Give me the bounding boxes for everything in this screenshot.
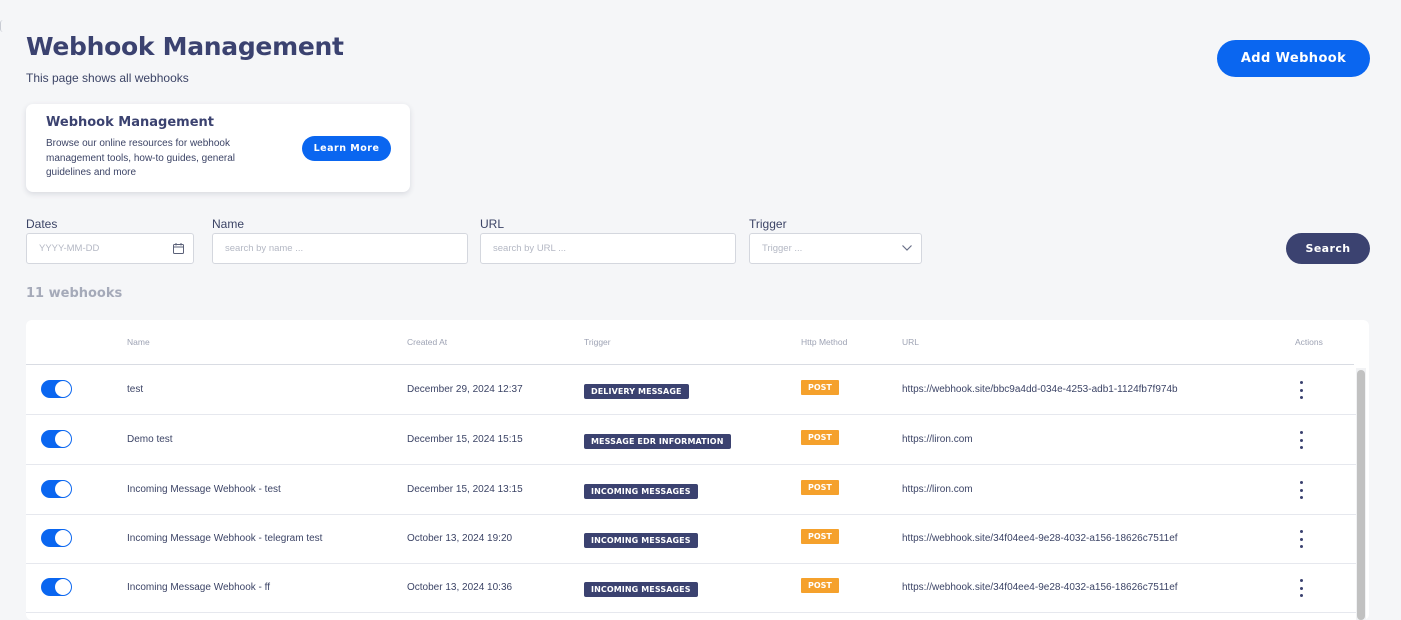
trigger-badge: MESSAGE EDR INFORMATION (584, 434, 731, 449)
row-created-at: December 29, 2024 12:37 (407, 384, 523, 395)
scrollbar-thumb[interactable] (1357, 370, 1365, 620)
row-created-at: October 13, 2024 10:36 (407, 582, 513, 593)
trigger-select[interactable]: Trigger ... (749, 233, 922, 264)
name-search-input[interactable]: search by name ... (212, 233, 468, 264)
method-badge: POST (801, 430, 839, 445)
page-subtitle: This page shows all webhooks (26, 71, 189, 85)
page-title: Webhook Management (26, 32, 344, 61)
row-name: Incoming Message Webhook - ff (127, 582, 271, 593)
row-name: test (127, 384, 144, 395)
learn-more-button[interactable]: Learn More (302, 136, 391, 161)
row-name: Demo test (127, 434, 173, 445)
row-created-at: October 13, 2024 19:20 (407, 533, 513, 544)
row-created-at: December 15, 2024 15:15 (407, 434, 523, 445)
kebab-menu-icon[interactable] (1294, 381, 1308, 399)
column-header-http-method: Http Method (801, 337, 848, 347)
method-badge: POST (801, 578, 839, 593)
table-row: Incoming Message Webhook - ff October 13… (26, 563, 1356, 613)
column-header-actions: Actions (1295, 337, 1323, 347)
trigger-badge: DELIVERY MESSAGE (584, 384, 689, 399)
trigger-placeholder: Trigger ... (762, 243, 803, 254)
column-header-url: URL (902, 337, 920, 347)
name-label: Name (212, 217, 245, 231)
method-badge: POST (801, 480, 839, 495)
table-row: test December 29, 2024 12:37 DELIVERY ME… (26, 365, 1356, 415)
kebab-menu-icon[interactable] (1294, 481, 1308, 499)
row-name: Incoming Message Webhook - telegram test (127, 533, 323, 544)
row-url: https://webhook.site/34f04ee4-9e28-4032-… (902, 582, 1178, 593)
url-label: URL (480, 217, 505, 231)
url-placeholder: search by URL ... (493, 243, 567, 254)
method-badge: POST (801, 380, 839, 395)
enabled-toggle[interactable] (41, 380, 72, 398)
row-created-at: December 15, 2024 13:15 (407, 484, 523, 495)
trigger-label: Trigger (749, 217, 787, 231)
webhooks-table: Name Created At Trigger Http Method URL … (26, 320, 1369, 620)
search-button[interactable]: Search (1286, 233, 1370, 264)
column-header-created-at: Created At (407, 337, 448, 347)
calendar-icon[interactable] (172, 242, 185, 258)
trigger-badge: INCOMING MESSAGES (584, 533, 698, 548)
trigger-badge: INCOMING MESSAGES (584, 582, 698, 597)
kebab-menu-icon[interactable] (1294, 579, 1308, 597)
toggle-knob (55, 579, 71, 595)
enabled-toggle[interactable] (41, 430, 72, 448)
add-webhook-button[interactable]: Add Webhook (1217, 40, 1370, 77)
table-row: Incoming Message Webhook - telegram test… (26, 514, 1356, 564)
trigger-badge: INCOMING MESSAGES (584, 484, 698, 499)
column-header-trigger: Trigger (584, 337, 611, 347)
chevron-down-icon (901, 244, 913, 255)
info-card-title: Webhook Management (46, 115, 214, 130)
row-url: https://webhook.site/bbc9a4dd-034e-4253-… (902, 384, 1178, 395)
toggle-knob (55, 530, 71, 546)
webhook-count: 11 webhooks (26, 286, 123, 301)
kebab-menu-icon[interactable] (1294, 431, 1308, 449)
toggle-knob (55, 431, 71, 447)
url-search-input[interactable]: search by URL ... (480, 233, 736, 264)
toggle-knob (55, 481, 71, 497)
method-badge: POST (801, 529, 839, 544)
info-card-description: Browse our online resources for webhook … (46, 138, 236, 178)
enabled-toggle[interactable] (41, 480, 72, 498)
row-url: https://liron.com (902, 434, 973, 445)
row-name: Incoming Message Webhook - test (127, 484, 281, 495)
dates-label: Dates (26, 217, 58, 231)
edge-mark (0, 20, 4, 32)
dates-placeholder: YYYY-MM-DD (39, 243, 100, 254)
table-row: Demo test December 15, 2024 15:15 MESSAG… (26, 415, 1356, 465)
enabled-toggle[interactable] (41, 578, 72, 596)
dates-field[interactable]: YYYY-MM-DD (26, 233, 194, 264)
toggle-knob (55, 381, 71, 397)
kebab-menu-icon[interactable] (1294, 530, 1308, 548)
info-card: Webhook Management Browse our online res… (26, 104, 410, 192)
enabled-toggle[interactable] (41, 529, 72, 547)
row-url: https://webhook.site/34f04ee4-9e28-4032-… (902, 533, 1178, 544)
column-header-name: Name (127, 337, 150, 347)
name-placeholder: search by name ... (225, 243, 304, 254)
table-row: Incoming Message Webhook - test December… (26, 465, 1356, 515)
row-url: https://liron.com (902, 484, 973, 495)
